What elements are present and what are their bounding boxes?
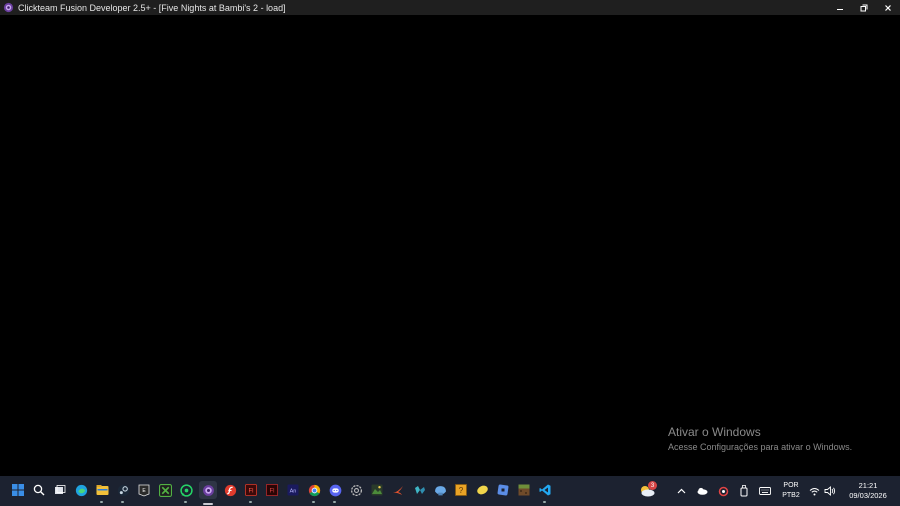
- taskbar-clock[interactable]: 21:21 09/03/2026: [842, 481, 894, 501]
- whatsapp-icon: [179, 483, 193, 497]
- watermark-subtitle: Acesse Configurações para ativar o Windo…: [668, 442, 853, 452]
- watermark-title: Ativar o Windows: [668, 425, 761, 439]
- running-indicator: [249, 501, 252, 503]
- clickteam-fusion-icon: [202, 484, 214, 496]
- volume-tray[interactable]: [822, 476, 838, 506]
- chrome-icon: [308, 484, 320, 496]
- epic-games-icon: E: [138, 484, 150, 496]
- start-button[interactable]: [10, 482, 26, 498]
- clock-date: 09/03/2026: [849, 491, 887, 500]
- taskbar-lemon-app[interactable]: [474, 482, 490, 498]
- settings-icon: [350, 484, 362, 496]
- start-icon: [12, 484, 24, 496]
- svg-text:?: ?: [459, 486, 464, 495]
- keyboard-icon: [759, 487, 771, 495]
- taskbar-question-block[interactable]: ?: [453, 482, 469, 498]
- taskbar-epic-games[interactable]: E: [136, 482, 152, 498]
- taskbar-xbox[interactable]: [157, 482, 173, 498]
- discord-icon: [329, 484, 341, 496]
- usb-icon: [740, 485, 748, 497]
- running-indicator: [543, 501, 546, 503]
- xbox-icon: [158, 483, 172, 497]
- blender-app-icon: [434, 485, 446, 495]
- svg-text:Fl: Fl: [270, 489, 275, 495]
- running-indicator: [184, 501, 187, 503]
- close-icon: [885, 4, 891, 11]
- taskbar-flash-player[interactable]: [222, 482, 238, 498]
- activation-watermark: Ativar o Windows Acesse Configurações pa…: [668, 425, 852, 452]
- taskbar-roblox[interactable]: [495, 482, 511, 498]
- roblox-icon: [497, 484, 509, 496]
- running-indicator: [121, 501, 124, 503]
- taskbar-discord[interactable]: [327, 482, 343, 503]
- taskbar-vscode[interactable]: [537, 482, 553, 503]
- active-indicator: [203, 503, 213, 505]
- flash-icon: Fl: [245, 484, 257, 496]
- network-tray[interactable]: [807, 476, 822, 506]
- chevron-up-icon: [677, 488, 685, 494]
- swift-app-icon: [393, 486, 403, 495]
- onedrive-tray[interactable]: [694, 476, 710, 506]
- taskbar-animate[interactable]: An: [285, 482, 301, 498]
- taskbar-file-explorer[interactable]: [94, 482, 110, 503]
- edge-icon: [75, 484, 87, 496]
- restore-icon: [860, 4, 868, 11]
- weather-notification-badge: 3: [648, 481, 657, 490]
- task-view-button[interactable]: [52, 482, 68, 498]
- close-button[interactable]: [876, 0, 900, 15]
- svg-text:An: An: [290, 489, 297, 495]
- onedrive-icon: [697, 487, 708, 495]
- flash-player-icon: [224, 484, 236, 496]
- taskbar-chrome[interactable]: [306, 482, 322, 503]
- input-language[interactable]: POR PTB2: [780, 481, 802, 501]
- taskbar-image-app[interactable]: [369, 482, 385, 498]
- taskbar-steam[interactable]: [115, 482, 131, 503]
- language-code: POR: [783, 482, 799, 489]
- running-indicator: [100, 501, 103, 503]
- cloud-sync-tray[interactable]: [715, 476, 731, 506]
- steam-icon: [117, 484, 129, 496]
- taskbar-game-controller[interactable]: [411, 482, 427, 498]
- file-explorer-icon: [96, 485, 108, 495]
- taskbar-flash[interactable]: Fl: [243, 482, 259, 503]
- question-block-icon: ?: [455, 484, 467, 496]
- taskbar-blender-app[interactable]: [432, 482, 448, 498]
- taskbar-swift-app[interactable]: [390, 482, 406, 498]
- vscode-icon: [539, 484, 551, 496]
- volume-icon: [824, 486, 836, 496]
- search-button[interactable]: [31, 482, 47, 498]
- running-indicator: [333, 501, 336, 503]
- keyboard-tray[interactable]: [756, 476, 774, 506]
- taskbar: E Fl Fl An ? POR PTB2 21:21 09/03/2026: [0, 476, 900, 506]
- search-icon: [33, 484, 45, 496]
- clock-time: 21:21: [858, 481, 878, 490]
- game-controller-icon: [414, 486, 425, 494]
- game-viewport[interactable]: [0, 15, 900, 476]
- task-view-icon: [55, 485, 66, 494]
- taskbar-whatsapp[interactable]: [178, 482, 194, 503]
- taskbar-settings[interactable]: [348, 482, 364, 498]
- flash-cs-icon: Fl: [266, 484, 278, 496]
- cloud-sync-icon: [718, 486, 728, 496]
- animate-icon: An: [287, 484, 299, 496]
- taskbar-minecraft[interactable]: [516, 482, 532, 498]
- title-bar: Clickteam Fusion Developer 2.5+ - [Five …: [0, 0, 900, 15]
- taskbar-flash-cs[interactable]: Fl: [264, 482, 280, 498]
- image-app-icon: [371, 484, 383, 496]
- taskbar-edge[interactable]: [73, 482, 89, 498]
- keyboard-layout: PTB2: [782, 492, 800, 499]
- minimize-icon: [837, 8, 843, 10]
- wifi-icon: [809, 487, 820, 495]
- show-hidden-icons-button[interactable]: [674, 476, 688, 506]
- running-indicator: [312, 501, 315, 503]
- minecraft-icon: [518, 484, 530, 496]
- svg-text:Fl: Fl: [249, 489, 254, 495]
- restore-button[interactable]: [852, 0, 876, 15]
- minimize-button[interactable]: [828, 0, 852, 15]
- lemon-app-icon: [476, 485, 488, 495]
- window-title: Clickteam Fusion Developer 2.5+ - [Five …: [18, 2, 286, 13]
- usb-tray[interactable]: [736, 476, 752, 506]
- taskbar-clickteam-fusion[interactable]: [199, 481, 217, 505]
- clickteam-fusion-icon: [3, 2, 14, 13]
